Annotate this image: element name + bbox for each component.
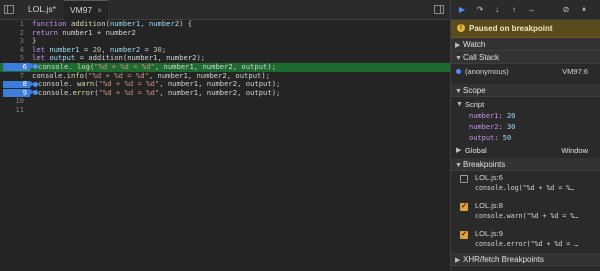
scope-var-value[interactable]: 50	[503, 134, 511, 142]
code-line: 2 return number1 + number2	[0, 27, 450, 38]
chevron-right-icon: ▶	[455, 257, 461, 264]
debugger-sidebar: ▶ ↷ ↓ ↑ → ⊘ ⏸ ! Paused on breakpoint ▶ Wa…	[450, 0, 600, 271]
devtools-sources-panel: LOL.js* VM97 × 1 function addition(number1…	[0, 0, 600, 271]
breakpoint-snippet[interactable]: console.log("%d + %d = %…	[475, 184, 574, 192]
code-token: ) {	[179, 19, 193, 28]
code-token: , number1, number2, output);	[159, 87, 281, 97]
breakpoint-checkbox[interactable]: ✓	[460, 231, 468, 239]
code-token: number1 + number2	[62, 27, 136, 37]
breakpoint-checkbox[interactable]	[460, 175, 468, 183]
code-line: 10	[0, 97, 450, 106]
section-call-stack[interactable]: ▼Call Stack	[451, 51, 600, 64]
step-over-icon[interactable]: ↷	[475, 5, 485, 15]
line-number[interactable]: 9	[3, 88, 27, 98]
tab-lol-js[interactable]: LOL.js*	[22, 0, 62, 19]
chevron-down-icon: ▼	[456, 101, 463, 108]
step-icon[interactable]: →	[526, 5, 536, 15]
breakpoint-snippet[interactable]: console.warn("%d + %d = %…	[475, 212, 578, 220]
paused-banner: ! Paused on breakpoint	[451, 20, 600, 38]
section-xhr-breakpoints[interactable]: ▶ XHR/fetch Breakpoints	[451, 253, 600, 266]
breakpoint-location[interactable]: LOL.js:6	[475, 173, 503, 182]
scope-script-label: Script	[465, 100, 485, 109]
code-text: console.error("%d + %d = %d", number1, n…	[28, 87, 281, 98]
scope-var-name: output	[469, 134, 495, 142]
inline-breakpoint-icon[interactable]	[33, 81, 38, 87]
step-into-icon[interactable]: ↓	[492, 5, 502, 15]
close-icon[interactable]: ×	[97, 6, 102, 15]
scope-var-value[interactable]: 20	[507, 112, 515, 120]
scope-var-row: number1: 20	[469, 112, 516, 120]
line-number[interactable]: 6	[3, 62, 27, 72]
pause-status-icon: !	[457, 24, 465, 32]
chevron-down-icon: ▼	[455, 55, 462, 62]
breakpoint-location[interactable]: LOL.js:8	[475, 201, 503, 210]
section-breakpoints[interactable]: ▼Breakpoints	[451, 158, 600, 171]
chevron-right-icon: ▶	[456, 147, 462, 154]
code-lines: 1 function addition(number1, number2) {2 r…	[0, 19, 450, 115]
code-editor: LOL.js* VM97 × 1 function addition(number1…	[0, 0, 450, 271]
toggle-navigator-icon[interactable]	[4, 5, 14, 14]
tab-vm97[interactable]: VM97 ×	[64, 0, 108, 20]
breakpoint-checkbox[interactable]: ✓	[460, 203, 468, 211]
scope-var-row: output: 50	[469, 134, 512, 142]
section-scope[interactable]: ▼Scope	[451, 84, 600, 97]
debugger-toolbar: ▶ ↷ ↓ ↑ → ⊘ ⏸	[451, 0, 600, 20]
breakpoint-location[interactable]: LOL.js:9	[475, 229, 503, 238]
code-text: return number1 + number2	[28, 27, 136, 38]
code-token: console.	[38, 87, 73, 97]
scope-global-label: Global	[465, 146, 487, 155]
line-number[interactable]: 11	[0, 105, 28, 115]
section-watch[interactable]: ▶ Watch	[451, 38, 600, 51]
call-frame-row[interactable]: (anonymous) VM97:6	[451, 66, 600, 77]
scope-var-value[interactable]: 30	[507, 123, 515, 131]
code-line: 90console.error("%d + %d = %d", number1,…	[0, 87, 450, 98]
code-token: ,	[140, 19, 149, 28]
deactivate-breakpoints-icon[interactable]: ⊘	[561, 5, 571, 15]
chevron-down-icon: ▼	[455, 162, 462, 169]
chevron-down-icon: ▼	[455, 88, 462, 95]
scope-global-row[interactable]: ▶ Global Window	[451, 145, 600, 156]
toggle-debugger-icon[interactable]	[434, 5, 444, 14]
current-frame-icon	[456, 69, 461, 74]
step-out-icon[interactable]: ↑	[509, 5, 519, 15]
code-token: "%d + %d = %d"	[98, 87, 160, 97]
editor-tab-bar: LOL.js* VM97 ×	[0, 0, 450, 20]
resume-icon[interactable]: ▶	[457, 5, 467, 15]
pause-on-exceptions-icon[interactable]: ⏸	[579, 5, 589, 15]
call-frame-location[interactable]: VM97:6	[562, 66, 588, 77]
call-frame-name: (anonymous)	[465, 67, 509, 76]
code-line: 11	[0, 105, 450, 115]
code-token: return	[32, 27, 63, 37]
scope-global-value: Window	[561, 146, 588, 155]
scope-var-name: number1	[469, 112, 499, 120]
scope-var-name: number2	[469, 123, 499, 131]
scope-script-row[interactable]: ▼ Script	[451, 99, 600, 110]
code-token: error	[72, 87, 95, 97]
breakpoint-snippet[interactable]: console.error("%d + %d = …	[475, 240, 578, 248]
code-token: number2	[148, 19, 180, 28]
scope-var-row: number2: 30	[469, 123, 516, 131]
paused-label: Paused on breakpoint	[469, 24, 553, 33]
